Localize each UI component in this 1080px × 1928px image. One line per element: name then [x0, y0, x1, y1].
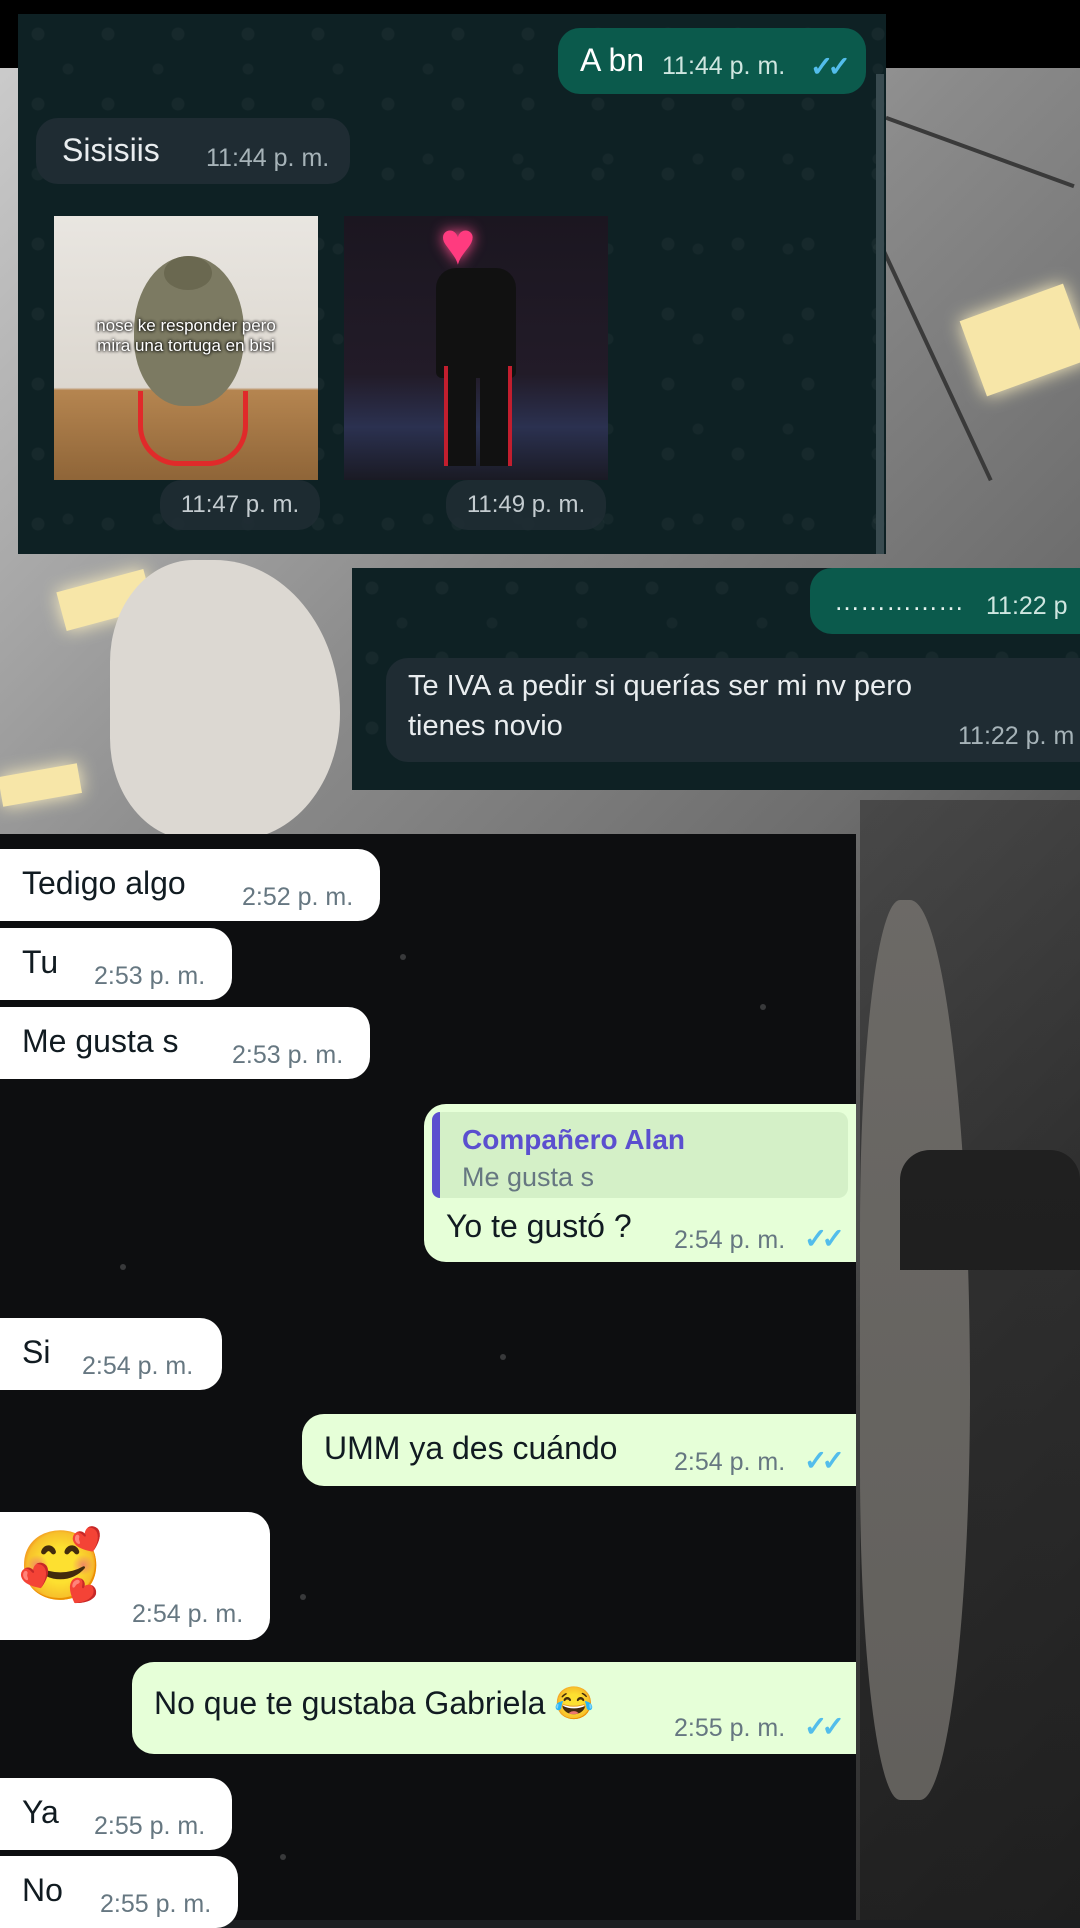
message-in-emoji: 🥰 2:54 p. m.: [0, 1512, 270, 1640]
message-text-line2: tienes novio: [408, 710, 563, 742]
quote-text: Me gusta s: [462, 1162, 595, 1192]
message-text-line1: Te IVA a pedir si querías ser mi nv pero: [408, 670, 912, 702]
message-in: Sisisiis 11:44 p. m.: [36, 118, 350, 184]
terminal-hall: [860, 800, 1080, 1920]
message-time: 2:55 p. m.: [674, 1714, 786, 1742]
ceiling-light: [959, 283, 1080, 397]
chat-screenshot-3: Tedigo algo 2:52 p. m. Tu 2:53 p. m. Me …: [0, 834, 856, 1928]
message-in: Tu 2:53 p. m.: [0, 928, 232, 1000]
message-text: No que te gustaba Gabriela 😂: [154, 1685, 595, 1721]
ceiling-light: [0, 763, 82, 807]
message-time: 11:22 p: [986, 592, 1068, 620]
read-ticks-icon: ✓✓: [810, 51, 851, 82]
quote-bar: [432, 1112, 440, 1198]
message-time: 2:53 p. m.: [232, 1041, 344, 1069]
person-hoodie: [110, 560, 340, 840]
message-text: Sisisiis: [62, 132, 160, 168]
message-text: Si: [22, 1334, 51, 1370]
message-out: A bn 11:44 p. m. ✓✓: [558, 28, 866, 94]
message-out: …………… 11:22 p: [810, 568, 1080, 634]
read-ticks-icon: ✓✓: [804, 1711, 845, 1742]
message-text: Tu: [22, 944, 59, 980]
chat-screenshot-1: A bn 11:44 p. m. ✓✓ Sisisiis 11:44 p. m.…: [18, 14, 886, 554]
message-time: 11:22 p. m: [958, 722, 1075, 750]
image-time: 11:49 p. m.: [446, 480, 606, 530]
message-out-reply: Compañero Alan Me gusta s Yo te gustó ? …: [424, 1104, 856, 1262]
quoted-message[interactable]: Compañero Alan Me gusta s: [432, 1112, 848, 1198]
message-text: Tedigo algo: [22, 865, 186, 901]
message-time: 2:52 p. m.: [242, 883, 354, 911]
message-in: Ya 2:55 p. m.: [0, 1778, 232, 1850]
sticker-image-neon-heart[interactable]: ♥: [344, 210, 608, 480]
message-time: 2:54 p. m.: [82, 1352, 194, 1380]
read-ticks-icon: ✓✓: [804, 1445, 845, 1476]
message-text: Ya: [22, 1794, 59, 1830]
image-time: 11:47 p. m.: [160, 480, 320, 530]
read-ticks-icon: ✓✓: [804, 1223, 845, 1254]
bike-frame: [138, 391, 248, 466]
message-text: ……………: [834, 586, 964, 616]
message-text: A bn: [580, 42, 645, 78]
message-time: 11:44 p. m.: [662, 52, 786, 80]
heart-icon: ♥: [440, 210, 476, 277]
person-leg: [480, 366, 512, 466]
tortoise-head: [164, 256, 212, 290]
message-time: 2:54 p. m.: [132, 1600, 244, 1628]
sticker-caption: nose ke responder pero mira una tortuga …: [96, 316, 276, 355]
message-in: Te IVA a pedir si querías ser mi nv pero…: [386, 658, 1080, 762]
message-in: No 2:55 p. m.: [0, 1856, 238, 1928]
chat-screenshot-2: …………… 11:22 p Te IVA a pedir si querías …: [352, 568, 1080, 790]
message-time: 2:53 p. m.: [94, 962, 206, 990]
message-time: 2:55 p. m.: [100, 1890, 212, 1918]
message-time: 2:55 p. m.: [94, 1812, 206, 1840]
quote-author: Compañero Alan: [462, 1124, 685, 1155]
message-out: No que te gustaba Gabriela 😂 2:55 p. m. …: [132, 1662, 856, 1754]
sticker-image-tortoise[interactable]: nose ke responder pero mira una tortuga …: [54, 216, 318, 480]
message-in: Si 2:54 p. m.: [0, 1318, 222, 1390]
scrollbar[interactable]: [876, 74, 884, 554]
person-leg: [444, 366, 476, 466]
message-out: UMM ya des cuándo 2:54 p. m. ✓✓: [302, 1414, 856, 1486]
message-in: Tedigo algo 2:52 p. m.: [0, 849, 380, 921]
message-time: 2:54 p. m.: [674, 1226, 786, 1254]
message-in: Me gusta s 2:53 p. m.: [0, 1007, 370, 1079]
person-body: [436, 268, 516, 378]
ceiling-line: [885, 115, 1075, 189]
message-time: 11:44 p. m.: [206, 144, 330, 172]
message-text: Me gusta s: [22, 1023, 179, 1059]
message-text: No: [22, 1872, 63, 1908]
message-time: 2:54 p. m.: [674, 1448, 786, 1476]
smiling-hearts-emoji: 🥰: [18, 1528, 103, 1604]
message-text: Yo te gustó ?: [446, 1208, 632, 1244]
message-text: UMM ya des cuándo: [324, 1430, 618, 1466]
